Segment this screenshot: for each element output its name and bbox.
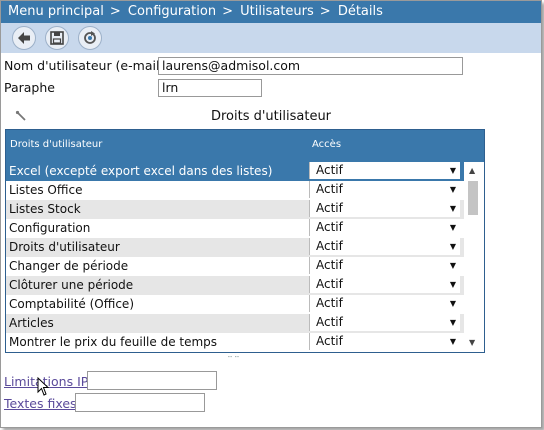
paraphe-label: Paraphe: [4, 80, 55, 95]
dropdown-arrow-icon: ▼: [449, 242, 456, 251]
access-select[interactable]: Actif ▼: [309, 295, 460, 312]
right-name: Configuration: [9, 221, 91, 235]
dropdown-arrow-icon: ▼: [449, 185, 456, 194]
access-select[interactable]: Actif ▼: [309, 219, 460, 236]
access-value: Actif: [316, 220, 343, 234]
breadcrumb-item-details: Détails: [337, 4, 383, 19]
save-button[interactable]: [45, 26, 69, 50]
access-value: Actif: [316, 201, 343, 215]
dropdown-arrow-icon: ▼: [449, 204, 456, 213]
table-scrollbar[interactable]: ▲ ▼: [464, 162, 484, 352]
ip-limitations-field[interactable]: [87, 371, 217, 390]
access-value: Actif: [316, 239, 343, 253]
save-icon: [50, 31, 64, 45]
back-button[interactable]: [12, 26, 36, 50]
access-value: Actif: [316, 334, 343, 348]
dropdown-arrow-icon: ▼: [449, 280, 456, 289]
fixed-texts-link[interactable]: Textes fixes: [4, 396, 77, 411]
table-row[interactable]: Excel (excepté export excel dans des lis…: [6, 162, 464, 181]
right-name: Comptabilité (Office): [9, 297, 134, 311]
table-row[interactable]: Clôturer une période Actif ▼: [6, 276, 464, 295]
table-row[interactable]: Comptabilité (Office) Actif ▼: [6, 295, 464, 314]
table-body: Excel (excepté export excel dans des lis…: [6, 162, 464, 352]
rights-table: Droits d'utilisateur Accès Excel (except…: [5, 129, 485, 353]
scroll-up-icon[interactable]: ▲: [469, 166, 475, 175]
dropdown-arrow-icon: ▼: [449, 223, 456, 232]
access-value: Actif: [316, 182, 343, 196]
fixed-texts-field[interactable]: [75, 393, 205, 412]
rights-section-title: Droits d'utilisateur: [210, 109, 332, 124]
access-value: Actif: [316, 277, 343, 291]
breadcrumb-separator: >: [319, 4, 331, 19]
right-name: Montrer le prix du feuille de temps: [9, 335, 218, 349]
right-name: Articles: [9, 316, 54, 330]
toolbar: [1, 23, 541, 53]
breadcrumb: Menu principal > Configuration > Utilisate…: [1, 1, 541, 23]
dropdown-arrow-icon: ▼: [449, 337, 456, 346]
resize-grip[interactable]: ⠒⠒: [227, 353, 241, 362]
paraphe-field[interactable]: lrn: [158, 79, 262, 97]
breadcrumb-item-users[interactable]: Utilisateurs: [240, 4, 314, 19]
access-value: Actif: [316, 315, 343, 329]
dropdown-arrow-icon: ▼: [449, 299, 456, 308]
username-label: Nom d'utilisateur (e-mail): [4, 58, 165, 73]
table-row[interactable]: Listes Stock Actif ▼: [6, 200, 464, 219]
table-header: Droits d'utilisateur Accès: [6, 130, 484, 162]
breadcrumb-item-configuration[interactable]: Configuration: [128, 4, 216, 19]
right-name: Excel (excepté export excel dans des lis…: [9, 164, 273, 178]
scrollbar-thumb[interactable]: [468, 181, 478, 215]
dropdown-arrow-icon: ▼: [449, 318, 456, 327]
username-field[interactable]: laurens@admisol.com: [158, 57, 463, 75]
access-select[interactable]: Actif ▼: [309, 181, 460, 198]
mouse-cursor-icon: [37, 377, 50, 396]
column-header-access[interactable]: Accès: [312, 139, 341, 150]
table-row[interactable]: Droits d'utilisateur Actif ▼: [6, 238, 464, 257]
dropdown-arrow-icon: ▼: [449, 166, 456, 175]
right-name: Changer de période: [9, 259, 129, 273]
access-select[interactable]: Actif ▼: [309, 257, 460, 274]
breadcrumb-item-menu[interactable]: Menu principal: [8, 4, 104, 19]
right-name: Droits d'utilisateur: [9, 240, 120, 254]
access-select[interactable]: Actif ▼: [309, 314, 460, 331]
access-select[interactable]: Actif ▼: [309, 333, 460, 350]
scroll-down-icon[interactable]: ▼: [469, 338, 475, 347]
breadcrumb-separator: >: [222, 4, 233, 19]
access-select[interactable]: Actif ▼: [309, 238, 460, 255]
access-select[interactable]: Actif ▼: [309, 276, 460, 293]
access-select[interactable]: Actif ▼: [309, 200, 460, 217]
access-value: Actif: [316, 258, 343, 272]
table-row[interactable]: Configuration Actif ▼: [6, 219, 464, 238]
table-row[interactable]: Listes Office Actif ▼: [6, 181, 464, 200]
back-arrow-icon: [18, 32, 30, 44]
refresh-button[interactable]: [78, 26, 102, 50]
access-value: Actif: [316, 296, 343, 310]
refresh-icon: [84, 31, 96, 44]
breadcrumb-separator: >: [109, 4, 121, 19]
right-name: Listes Office: [9, 183, 83, 197]
column-header-rights[interactable]: Droits d'utilisateur: [10, 139, 102, 150]
table-row[interactable]: Montrer le prix du feuille de temps Acti…: [6, 333, 464, 352]
window-frame: Menu principal > Configuration > Utilisate…: [0, 0, 542, 428]
table-row[interactable]: Articles Actif ▼: [6, 314, 464, 333]
right-name: Listes Stock: [9, 202, 81, 216]
access-select[interactable]: Actif ▼: [309, 162, 460, 179]
right-name: Clôturer une période: [9, 278, 134, 292]
dropdown-arrow-icon: ▼: [449, 261, 456, 270]
access-value: Actif: [316, 163, 343, 177]
table-row[interactable]: Changer de période Actif ▼: [6, 257, 464, 276]
